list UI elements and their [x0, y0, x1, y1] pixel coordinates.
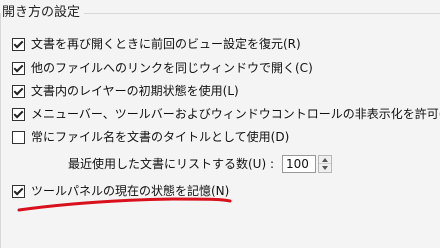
option-remember-tools-panel[interactable]: ツールパネルの現在の状態を記憶(N) [12, 182, 229, 200]
spinner-down-icon[interactable] [319, 164, 331, 172]
group-border-top [75, 13, 440, 14]
filename-as-title-label: 常にファイル名を文書のタイトルとして使用(D) [31, 130, 290, 144]
restore-view-label: 文書を再び開くときに前回のビュー設定を復元(R) [31, 37, 301, 51]
option-filename-as-title[interactable]: 常にファイル名を文書のタイトルとして使用(D) [12, 128, 289, 146]
layer-initial-state-label: 文書内のレイヤーの初期状態を使用(L) [31, 84, 239, 98]
allow-hide-controls-checkbox[interactable] [12, 107, 25, 121]
recent-documents-row: 最近使用した文書にリストする数(U) : [68, 153, 333, 174]
group-title: 開き方の設定 [2, 4, 85, 22]
spinner-up-icon[interactable] [319, 156, 332, 164]
option-allow-hide-controls[interactable]: メニューバー、ツールバーおよびウィンドウコントロールの非表示化を許可(W) [12, 105, 440, 123]
open-links-same-window-checkbox[interactable] [12, 61, 25, 75]
remember-tools-panel-checkbox[interactable] [12, 184, 25, 198]
option-restore-view[interactable]: 文書を再び開くときに前回のビュー設定を復元(R) [12, 35, 301, 53]
allow-hide-controls-label: メニューバー、ツールバーおよびウィンドウコントロールの非表示化を許可(W) [31, 107, 440, 121]
option-layer-initial-state[interactable]: 文書内のレイヤーの初期状態を使用(L) [12, 82, 239, 100]
open-settings-group: 開き方の設定 文書を再び開くときに前回のビュー設定を復元(R) 他のファイルへの… [0, 0, 440, 248]
filename-as-title-checkbox[interactable] [12, 130, 25, 144]
open-links-same-window-label: 他のファイルへのリンクを同じウィンドウで開く(C) [31, 61, 313, 75]
recent-documents-count-input[interactable] [282, 154, 317, 173]
remember-tools-panel-label: ツールパネルの現在の状態を記憶(N) [31, 184, 230, 198]
recent-documents-spinner[interactable] [318, 154, 333, 173]
group-border-left [0, 13, 1, 248]
layer-initial-state-checkbox[interactable] [12, 84, 25, 98]
option-open-links-same-window[interactable]: 他のファイルへのリンクを同じウィンドウで開く(C) [12, 59, 313, 77]
recent-documents-label: 最近使用した文書にリストする数(U) : [68, 157, 275, 171]
restore-view-checkbox[interactable] [12, 37, 25, 51]
